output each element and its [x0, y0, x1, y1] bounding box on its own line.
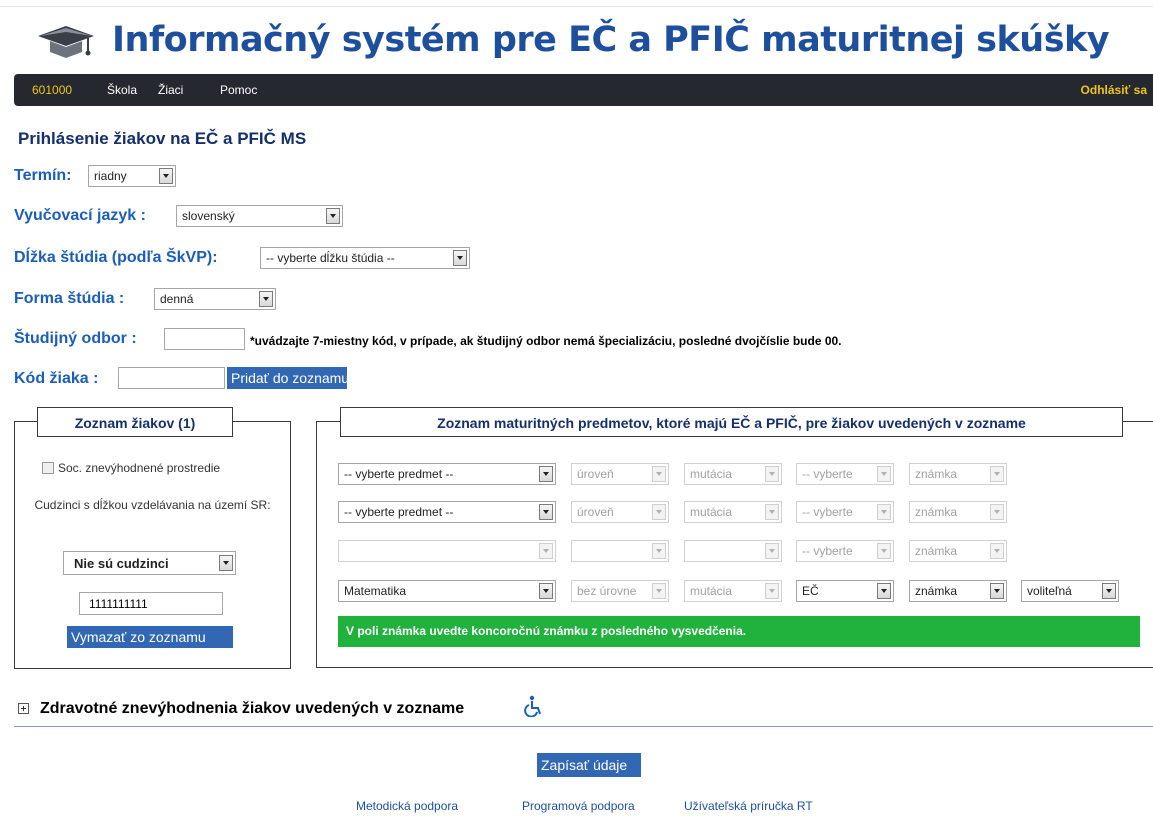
subject-select[interactable]: -- vyberte predmet -- [338, 501, 556, 523]
remove-from-list-button[interactable]: Vymazať zo zoznamu [67, 626, 233, 648]
part-select[interactable]: -- vyberte [796, 463, 894, 485]
mutation-select[interactable]: mutácia [684, 580, 782, 602]
grade-select[interactable]: známka [909, 501, 1007, 523]
graduation-cap-icon [38, 26, 94, 58]
chevron-down-icon [765, 583, 779, 599]
study-length-label: Dĺžka štúdia (podľa ŠkVP): [14, 249, 218, 266]
wheelchair-icon [524, 695, 541, 717]
chevron-down-icon [652, 583, 666, 599]
chevron-down-icon [219, 555, 233, 571]
grade-select[interactable]: známka [909, 463, 1007, 485]
subject-select[interactable]: -- vyberte predmet -- [338, 463, 556, 485]
nav-school-code[interactable]: 601000 [32, 83, 72, 97]
chevron-down-icon [765, 466, 779, 482]
soc-disadvantaged-checkbox[interactable] [42, 462, 54, 474]
study-field-note: *uvádzajte 7-miestny kód, v prípade, ak … [250, 334, 842, 348]
part-select[interactable]: -- vyberte [796, 501, 894, 523]
add-to-list-button[interactable]: Pridať do zoznamu [227, 367, 349, 389]
level-select[interactable]: bez úrovne [571, 580, 669, 602]
chevron-down-icon [652, 504, 666, 520]
chevron-down-icon [539, 583, 553, 599]
chevron-down-icon [539, 543, 553, 559]
chevron-down-icon [877, 504, 891, 520]
study-form-select[interactable]: denná [154, 288, 276, 310]
health-section-label: Zdravotné znevýhodnenia žiakov uvedených… [40, 700, 465, 717]
foreigners-select[interactable]: Nie sú cudzinci [63, 551, 236, 575]
chevron-down-icon [765, 504, 779, 520]
chevron-down-icon [877, 583, 891, 599]
student-code-input[interactable] [118, 367, 225, 389]
mutation-select[interactable] [684, 540, 782, 562]
app-header: Informačný systém pre EČ a PFIČ maturitn… [14, 8, 1144, 68]
app-title: Informačný systém pre EČ a PFIČ maturitn… [112, 20, 1110, 60]
student-id-field[interactable]: 1111111111 [79, 592, 223, 615]
chevron-down-icon [539, 466, 553, 482]
nav-item-school[interactable]: Škola [107, 83, 137, 97]
chevron-down-icon [765, 543, 779, 559]
level-select[interactable] [571, 540, 669, 562]
part-select[interactable]: EČ [796, 580, 894, 602]
chevron-down-icon [539, 504, 553, 520]
chevron-down-icon [652, 543, 666, 559]
subject-select[interactable] [338, 540, 556, 562]
chevron-down-icon [159, 168, 173, 184]
expand-plus-icon[interactable] [18, 703, 29, 714]
level-select[interactable]: úroveň [571, 463, 669, 485]
nav-item-help[interactable]: Pomoc [220, 83, 257, 97]
footer-link-user-guide[interactable]: Užívateľská príručka RT [684, 799, 813, 813]
foreigners-label: Cudzinci s dĺžkou vzdelávania na území S… [34, 498, 271, 512]
level-select[interactable]: úroveň [571, 501, 669, 523]
chevron-down-icon [990, 583, 1004, 599]
chevron-down-icon [877, 466, 891, 482]
soc-disadvantaged-label: Soc. znevýhodnené prostredie [58, 461, 221, 475]
footer-link-program-support[interactable]: Programová podpora [522, 799, 635, 813]
part-select[interactable]: -- vyberte [796, 540, 894, 562]
chevron-down-icon [990, 543, 1004, 559]
top-divider [0, 6, 1153, 7]
save-data-button[interactable]: Zapísať údaje [537, 753, 641, 777]
grade-select[interactable]: známka [909, 540, 1007, 562]
footer-link-methodic-support[interactable]: Metodická podpora [356, 799, 458, 813]
logout-link[interactable]: Odhlásiť sa [1081, 83, 1147, 97]
chevron-down-icon [453, 250, 467, 266]
mutation-select[interactable]: mutácia [684, 501, 782, 523]
section-divider [14, 726, 1153, 727]
language-select[interactable]: slovenský [176, 205, 343, 227]
chevron-down-icon [326, 208, 340, 224]
term-select[interactable]: riadny [88, 165, 176, 187]
grade-info-message: V poli známka uvedte koncoročnú známku z… [338, 616, 1140, 647]
subjects-panel-legend: Zoznam maturitných predmetov, ktoré majú… [340, 407, 1123, 437]
chevron-down-icon [259, 291, 273, 307]
subject-type-select[interactable]: voliteľná [1021, 580, 1119, 602]
page-title: Prihlásenie žiakov na EČ a PFIČ MS [18, 129, 307, 148]
grade-select[interactable]: známka [909, 580, 1007, 602]
chevron-down-icon [990, 504, 1004, 520]
study-length-select[interactable]: -- vyberte dĺžku štúdia -- [260, 247, 470, 269]
term-label: Termín: [14, 167, 72, 184]
mutation-select[interactable]: mutácia [684, 463, 782, 485]
chevron-down-icon [1102, 583, 1116, 599]
chevron-down-icon [877, 543, 891, 559]
study-form-label: Forma štúdia : [14, 290, 125, 307]
top-navbar: 601000 Škola Žiaci Pomoc Odhlásiť sa [14, 74, 1153, 106]
chevron-down-icon [990, 466, 1004, 482]
student-code-label: Kód žiaka : [14, 370, 99, 387]
subject-select[interactable]: Matematika [338, 580, 556, 602]
study-field-label: Študijný odbor : [14, 330, 137, 347]
chevron-down-icon [652, 466, 666, 482]
nav-item-students[interactable]: Žiaci [158, 83, 183, 97]
students-panel-legend: Zoznam žiakov (1) [37, 407, 233, 437]
language-label: Vyučovací jazyk : [14, 207, 146, 224]
study-field-input[interactable] [164, 328, 245, 350]
